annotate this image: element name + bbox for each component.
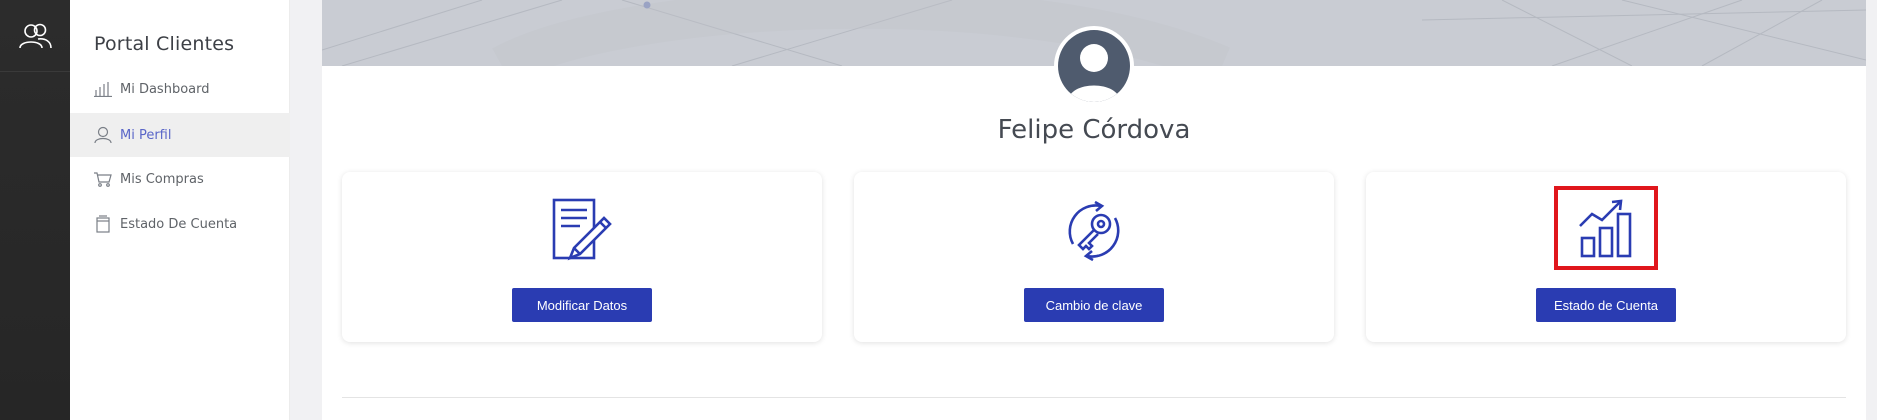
avatar-silhouette-icon — [1058, 30, 1130, 102]
sidebar-item-profile[interactable]: Mi Perfil — [70, 113, 290, 157]
scrollbar[interactable] — [1866, 0, 1877, 420]
sidebar-item-label: Estado De Cuenta — [120, 216, 238, 232]
sidebar-item-dashboard[interactable]: Mi Dashboard — [70, 67, 290, 111]
app-rail — [0, 0, 70, 420]
cart-icon — [94, 170, 112, 188]
avatar — [1054, 26, 1134, 106]
sidebar-item-label: Mis Compras — [120, 171, 204, 187]
edit-document-icon — [547, 196, 617, 266]
sidebar-item-purchases[interactable]: Mis Compras — [70, 157, 290, 201]
bar-chart-icon — [94, 80, 112, 98]
sidebar-item-account-statement[interactable]: Estado De Cuenta — [70, 202, 290, 246]
user-icon — [94, 126, 112, 144]
growth-chart-icon[interactable] — [1554, 186, 1658, 270]
account-statement-card: Estado de Cuenta — [1366, 172, 1846, 342]
sidebar: Portal Clientes Mi Dashboard Mi Perfil M… — [70, 0, 290, 420]
change-password-card: Cambio de clave — [854, 172, 1334, 342]
section-divider — [342, 397, 1846, 398]
users-logo-icon[interactable] — [0, 0, 70, 72]
profile-main: Felipe Córdova Modificar Datos Cambio de… — [322, 0, 1866, 420]
account-statement-button[interactable]: Estado de Cuenta — [1536, 288, 1676, 322]
sidebar-item-label: Mi Dashboard — [120, 81, 210, 97]
edit-data-card: Modificar Datos — [342, 172, 822, 342]
document-icon — [94, 215, 112, 233]
edit-data-button[interactable]: Modificar Datos — [512, 288, 652, 322]
user-name: Felipe Córdova — [997, 115, 1191, 145]
change-password-button[interactable]: Cambio de clave — [1024, 288, 1164, 322]
brand-title: Portal Clientes — [94, 33, 235, 55]
key-refresh-icon — [1059, 196, 1129, 266]
sidebar-item-label: Mi Perfil — [120, 127, 172, 143]
